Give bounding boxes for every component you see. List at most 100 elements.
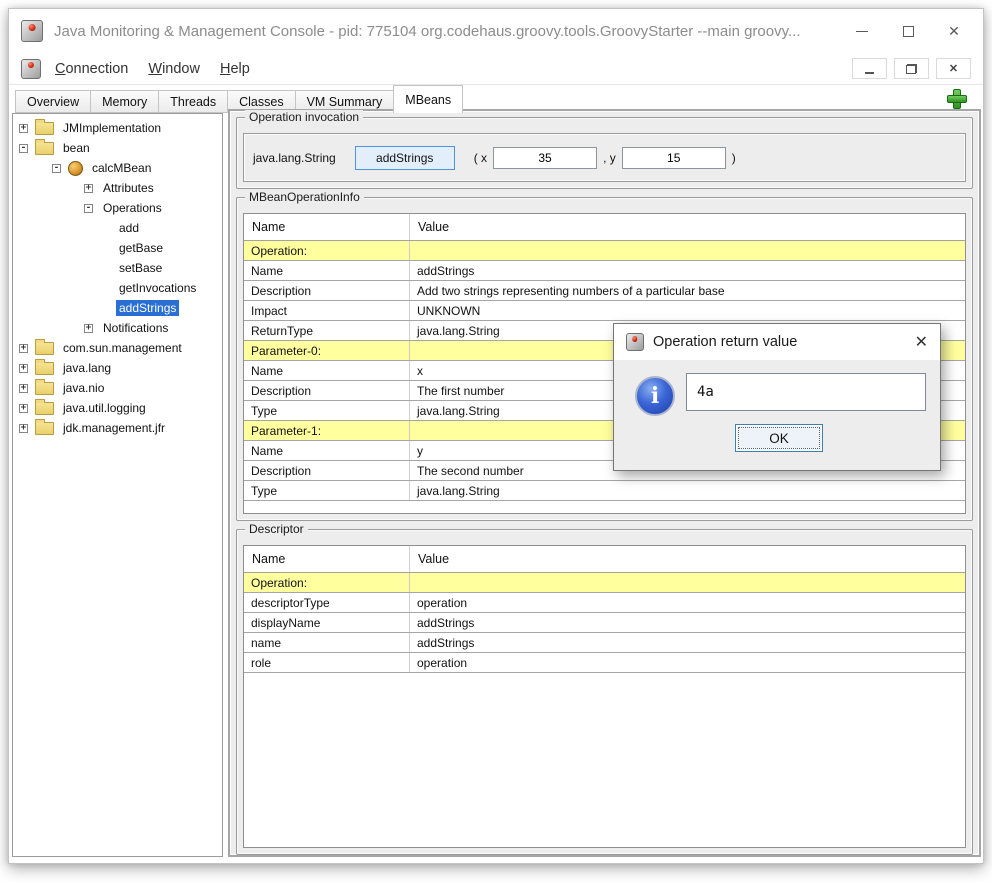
menus: Connection Window Help bbox=[55, 61, 845, 77]
window-title: Java Monitoring & Management Console - p… bbox=[54, 23, 839, 40]
operations-panel: Operation invocation java.lang.String ad… bbox=[228, 109, 981, 857]
expand-handle-icon[interactable]: + bbox=[19, 124, 28, 133]
frame-restore-icon bbox=[906, 64, 917, 74]
table-row[interactable]: Name addStrings bbox=[244, 261, 965, 281]
tree-item-java-nio[interactable]: + java.nio bbox=[13, 378, 222, 398]
dialog-close-icon[interactable]: ✕ bbox=[915, 332, 928, 352]
group-title: Operation invocation bbox=[245, 110, 363, 124]
expand-handle-icon[interactable]: + bbox=[19, 364, 28, 373]
frame-minimize-button[interactable] bbox=[852, 58, 887, 79]
menu-window[interactable]: Window bbox=[148, 61, 200, 77]
expand-handle-icon[interactable]: + bbox=[19, 344, 28, 353]
window-controls: ✕ bbox=[839, 9, 977, 53]
descriptor-group: Descriptor Name Value Operation: descrip… bbox=[236, 529, 973, 855]
expand-handle-icon[interactable]: + bbox=[19, 404, 28, 413]
expand-handle-icon[interactable]: + bbox=[84, 324, 93, 333]
tree-item-calcmbean[interactable]: - calcMBean bbox=[13, 158, 222, 178]
table-row[interactable]: Description Add two strings representing… bbox=[244, 281, 965, 301]
addstrings-invoke-button[interactable]: addStrings bbox=[355, 146, 455, 170]
tree-item-operations[interactable]: - Operations bbox=[13, 198, 222, 218]
tree-item-java-util-logging[interactable]: + java.util.logging bbox=[13, 398, 222, 418]
tab-mbeans[interactable]: MBeans bbox=[393, 85, 463, 113]
tree-item-getbase[interactable]: getBase bbox=[13, 238, 222, 258]
frame-restore-button[interactable] bbox=[894, 58, 929, 79]
dialog-title: Operation return value bbox=[653, 334, 915, 350]
frame-minimize-icon bbox=[865, 72, 874, 74]
jconsole-app-icon bbox=[21, 20, 43, 42]
column-header-value: Value bbox=[410, 546, 965, 572]
menu-bar: Connection Window Help ✕ bbox=[9, 53, 983, 85]
operation-return-value-dialog: Operation return value ✕ i OK bbox=[613, 323, 941, 471]
folder-icon bbox=[35, 362, 54, 375]
tree-item-setbase[interactable]: setBase bbox=[13, 258, 222, 278]
minimize-button[interactable] bbox=[839, 9, 885, 53]
title-bar[interactable]: Java Monitoring & Management Console - p… bbox=[9, 9, 983, 53]
tab-threads[interactable]: Threads bbox=[158, 90, 228, 113]
column-header-name: Name bbox=[244, 546, 410, 572]
folder-icon bbox=[35, 422, 54, 435]
folder-icon bbox=[35, 122, 54, 135]
expand-handle-icon[interactable]: + bbox=[19, 384, 28, 393]
main-window: Java Monitoring & Management Console - p… bbox=[8, 8, 984, 864]
tree-item-getinvocations[interactable]: getInvocations bbox=[13, 278, 222, 298]
tree-item-attributes[interactable]: + Attributes bbox=[13, 178, 222, 198]
table-header: Name Value bbox=[244, 546, 965, 573]
maximize-button[interactable] bbox=[885, 9, 931, 53]
folder-icon bbox=[35, 342, 54, 355]
return-value-field[interactable] bbox=[686, 373, 926, 411]
tab-overview[interactable]: Overview bbox=[15, 90, 91, 113]
dialog-body: i OK bbox=[614, 360, 940, 471]
tree-item-add[interactable]: add bbox=[13, 218, 222, 238]
ok-button[interactable]: OK bbox=[735, 424, 823, 452]
close-paren-label: ) bbox=[732, 151, 736, 165]
menu-help[interactable]: Help bbox=[220, 61, 250, 77]
collapse-handle-icon[interactable]: - bbox=[84, 204, 93, 213]
tree-item-java-lang[interactable]: + java.lang bbox=[13, 358, 222, 378]
descriptor-table: Name Value Operation: descriptorType ope… bbox=[243, 545, 966, 848]
collapse-handle-icon[interactable]: - bbox=[52, 164, 61, 173]
open-paren-label: ( x bbox=[474, 151, 487, 165]
tab-memory[interactable]: Memory bbox=[90, 90, 159, 113]
tree-item-bean[interactable]: - bean bbox=[13, 138, 222, 158]
column-header-name: Name bbox=[244, 214, 410, 240]
table-row[interactable]: Operation: bbox=[244, 573, 965, 593]
close-icon: ✕ bbox=[948, 23, 960, 40]
table-row[interactable]: name addStrings bbox=[244, 633, 965, 653]
separator-label: , y bbox=[603, 151, 616, 165]
connection-status-icon bbox=[947, 89, 967, 109]
close-button[interactable]: ✕ bbox=[931, 9, 977, 53]
tree-item-jmimplementation[interactable]: + JMImplementation bbox=[13, 118, 222, 138]
tree-item-notifications[interactable]: + Notifications bbox=[13, 318, 222, 338]
expand-handle-icon[interactable]: + bbox=[84, 184, 93, 193]
collapse-handle-icon[interactable]: - bbox=[19, 144, 28, 153]
column-header-value: Value bbox=[410, 214, 965, 240]
folder-icon bbox=[35, 402, 54, 415]
info-icon: i bbox=[635, 376, 675, 416]
mbean-tree: + JMImplementation - bean - calcMBean + … bbox=[12, 113, 223, 857]
group-title: MBeanOperationInfo bbox=[245, 190, 364, 204]
table-row[interactable]: Operation: bbox=[244, 241, 965, 261]
frame-close-icon: ✕ bbox=[949, 62, 958, 75]
group-title: Descriptor bbox=[245, 522, 308, 536]
param-y-input[interactable] bbox=[622, 147, 726, 169]
mbean-icon bbox=[68, 161, 83, 176]
table-row[interactable]: role operation bbox=[244, 653, 965, 673]
frame-controls: ✕ bbox=[845, 58, 971, 79]
param-x-input[interactable] bbox=[493, 147, 597, 169]
minimize-icon bbox=[856, 31, 868, 32]
expand-handle-icon[interactable]: + bbox=[19, 424, 28, 433]
table-row[interactable]: descriptorType operation bbox=[244, 593, 965, 613]
table-row[interactable]: displayName addStrings bbox=[244, 613, 965, 633]
table-row[interactable]: Impact UNKNOWN bbox=[244, 301, 965, 321]
dialog-title-bar[interactable]: Operation return value ✕ bbox=[614, 324, 940, 360]
tree-item-com-sun-management[interactable]: + com.sun.management bbox=[13, 338, 222, 358]
table-row[interactable]: Type java.lang.String bbox=[244, 481, 965, 501]
maximize-icon bbox=[903, 26, 914, 37]
tree-item-jdk-management-jfr[interactable]: + jdk.management.jfr bbox=[13, 418, 222, 438]
frame-close-button[interactable]: ✕ bbox=[936, 58, 971, 79]
tree-item-addstrings[interactable]: addStrings bbox=[13, 298, 222, 318]
folder-icon bbox=[35, 382, 54, 395]
menu-connection[interactable]: Connection bbox=[55, 61, 128, 77]
connection-status-icon-bar bbox=[947, 95, 967, 103]
dialog-app-icon bbox=[626, 333, 644, 351]
